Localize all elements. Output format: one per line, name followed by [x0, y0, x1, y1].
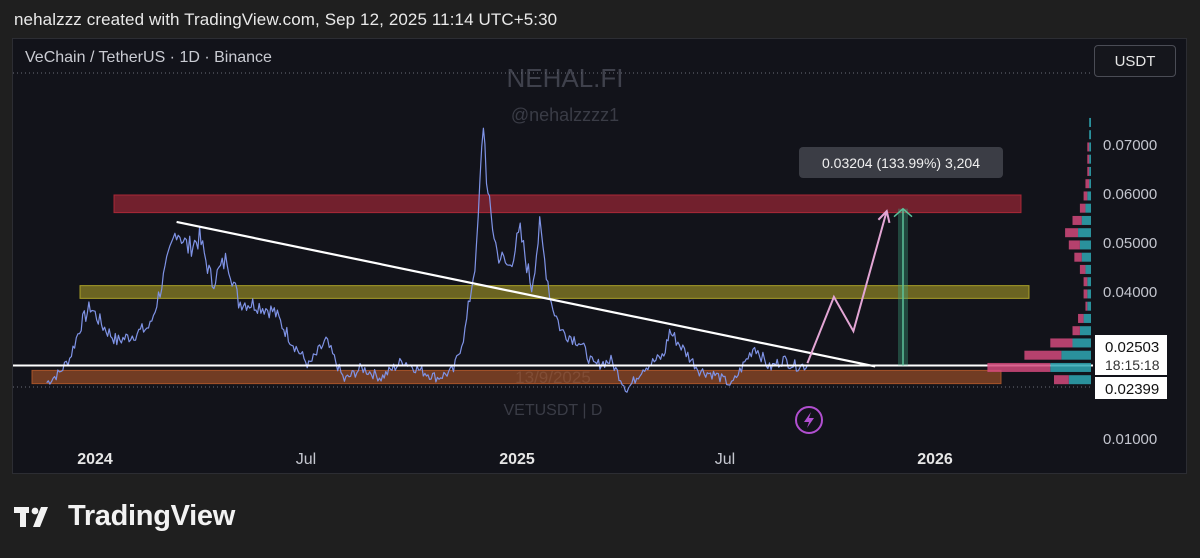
- volume-profile-bar-up: [1079, 240, 1091, 250]
- volume-profile-bar-up: [1089, 154, 1091, 164]
- volume-profile-bar-up: [1061, 350, 1091, 360]
- y-tick-label: 0.07000: [1103, 137, 1157, 154]
- volume-profile-bar-down: [1072, 215, 1082, 225]
- support-zone: [31, 369, 1002, 385]
- volume-profile-bar-up: [1081, 252, 1091, 262]
- lightning-icon[interactable]: [795, 406, 823, 434]
- price-series-line: [46, 127, 808, 393]
- low-price-badge: 0.02399: [1095, 377, 1167, 399]
- volume-profile-bar-up: [1087, 277, 1091, 287]
- tradingview-wordmark: TradingView: [68, 500, 235, 532]
- volume-profile-bar-up: [1087, 191, 1091, 201]
- volume-profile-bar-up: [1078, 228, 1091, 238]
- watermark-handle: @nehalzzzz1: [511, 105, 619, 125]
- volume-profile-bar-down: [1087, 154, 1090, 164]
- resistance-zone: [113, 194, 1022, 214]
- volume-profile-bar-up: [1089, 142, 1091, 152]
- volume-profile-bar-down: [1074, 252, 1082, 262]
- volume-profile-bar-down: [987, 362, 1051, 372]
- watermark-brand: NEHAL.FI: [506, 63, 623, 93]
- x-tick-label: 2026: [917, 451, 953, 468]
- volume-profile-bar-down: [1083, 191, 1088, 201]
- low-price-text: 0.02399: [1105, 381, 1159, 398]
- volume-profile-bar-down: [1079, 203, 1086, 213]
- watermark-ticker: VETUSDT | D: [504, 402, 603, 419]
- volume-profile-bar-down: [1083, 277, 1088, 287]
- tradingview-logo-icon: [14, 506, 48, 527]
- volume-profile-bar-up: [1087, 301, 1091, 311]
- volume-profile-bar-down: [1078, 313, 1084, 323]
- volume-profile-bar-down: [1085, 179, 1090, 189]
- x-tick-label: 2025: [499, 451, 535, 468]
- volume-profile-bar-down: [1068, 240, 1080, 250]
- current-price-badge: 0.0250318:15:18: [1095, 335, 1167, 375]
- volume-profile-bar-down: [1087, 142, 1090, 152]
- chart-panel[interactable]: NEHAL.FI @nehalzzzz1 13/9/2025 VETUSDT |…: [12, 38, 1187, 474]
- volume-profile-bar-down: [1085, 301, 1088, 311]
- volume-profile-bar-up: [1089, 166, 1091, 176]
- y-tick-label: 0.01000: [1103, 431, 1157, 448]
- volume-profile-bar-down: [1083, 289, 1088, 299]
- volume-profile-bar-up: [1083, 313, 1091, 323]
- volume-profile-bar-down: [1065, 228, 1079, 238]
- currency-selector[interactable]: USDT: [1094, 45, 1176, 77]
- volume-profile-bar-down: [1050, 338, 1073, 348]
- price-chart[interactable]: NEHAL.FI @nehalzzzz1 13/9/2025 VETUSDT |…: [13, 39, 1187, 474]
- x-tick-label: Jul: [715, 451, 735, 468]
- x-tick-label: 2024: [77, 451, 113, 468]
- volume-profile-bar-up: [1072, 338, 1091, 348]
- volume-profile-bar-up: [1079, 326, 1091, 336]
- current-price-text: 0.02503: [1105, 339, 1159, 356]
- y-tick-label: 0.06000: [1103, 186, 1157, 203]
- y-tick-label: 0.05000: [1103, 235, 1157, 252]
- symbol-title: VeChain / TetherUS · 1D · Binance: [25, 49, 272, 66]
- measure-label: 0.03204 (133.99%) 3,204: [799, 147, 1003, 178]
- volume-profile-bar-down: [1079, 264, 1086, 274]
- mid-zone: [79, 285, 1030, 299]
- countdown-text: 18:15:18: [1105, 357, 1160, 373]
- volume-profile-bar-up: [1050, 362, 1091, 372]
- volume-profile-bar-down: [1072, 326, 1080, 336]
- volume-profile-bar-up: [1089, 117, 1091, 127]
- y-tick-label: 0.04000: [1103, 284, 1157, 301]
- measure-label-text: 0.03204 (133.99%) 3,204: [822, 155, 980, 171]
- x-tick-label: Jul: [296, 451, 316, 468]
- volume-profile-bar-up: [1081, 215, 1091, 225]
- volume-profile-bar-up: [1085, 264, 1091, 274]
- chart-caption: nehalzzz created with TradingView.com, S…: [14, 10, 558, 29]
- volume-profile-bar-up: [1085, 203, 1091, 213]
- volume-profile-bar-up: [1068, 375, 1091, 385]
- volume-profile-bar-up: [1089, 130, 1091, 140]
- volume-profile-bar-up: [1087, 289, 1091, 299]
- tradingview-logo[interactable]: TradingView: [14, 500, 235, 533]
- volume-profile-bar-down: [1054, 375, 1069, 385]
- volume-profile-bar-down: [1087, 166, 1090, 176]
- volume-profile-bar-down: [1024, 350, 1062, 360]
- volume-profile-bar-up: [1089, 179, 1091, 189]
